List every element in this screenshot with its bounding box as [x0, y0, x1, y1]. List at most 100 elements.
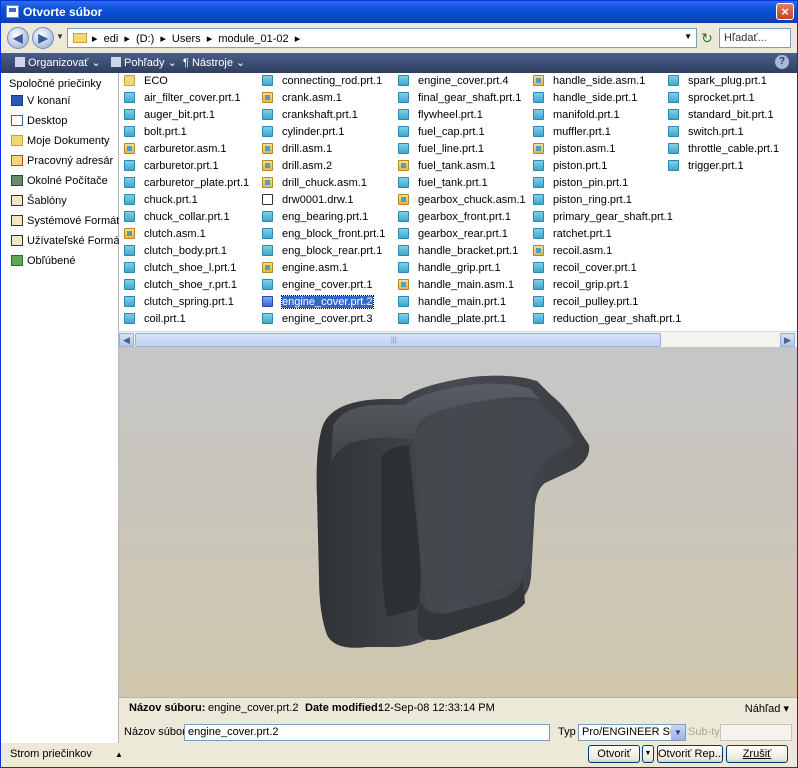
file-item[interactable]: fuel_tank.asm.1	[398, 160, 496, 175]
model-preview[interactable]	[119, 347, 797, 697]
file-item[interactable]: handle_grip.prt.1	[398, 262, 501, 277]
file-item[interactable]: clutch.asm.1	[124, 228, 206, 243]
sidebar-item-desktop[interactable]: Desktop	[11, 115, 67, 131]
file-item[interactable]: handle_main.asm.1	[398, 279, 514, 294]
file-item[interactable]: handle_bracket.prt.1	[398, 245, 518, 260]
file-item[interactable]: engine_cover.prt.2	[262, 295, 374, 311]
search-input[interactable]: Hľadať...	[719, 28, 791, 48]
file-item[interactable]: piston_pin.prt.1	[533, 177, 628, 192]
file-item[interactable]: flywheel.prt.1	[398, 109, 483, 124]
file-item[interactable]: piston.asm.1	[533, 143, 615, 158]
file-item[interactable]: chuck_collar.prt.1	[124, 211, 230, 226]
sidebar-item-user-formats[interactable]: Užívateľské Formáty	[11, 235, 128, 251]
file-item[interactable]: switch.prt.1	[668, 126, 744, 141]
sidebar-item-network[interactable]: Okolné Počítače	[11, 175, 108, 191]
file-item[interactable]: spark_plug.prt.1	[668, 75, 767, 90]
file-item[interactable]: primary_gear_shaft.prt.1	[533, 211, 673, 226]
tools-menu[interactable]: ¶ Nástroje ⌄	[183, 56, 245, 69]
file-item[interactable]: recoil_grip.prt.1	[533, 279, 629, 294]
file-item[interactable]: piston.prt.1	[533, 160, 607, 175]
file-item[interactable]: trigger.prt.1	[668, 160, 744, 175]
sidebar-item-working-directory[interactable]: Pracovný adresár	[11, 155, 113, 171]
open-rep-button[interactable]: Otvoriť Rep...	[657, 745, 724, 763]
file-item[interactable]: final_gear_shaft.prt.1	[398, 92, 521, 107]
sidebar-item-templates[interactable]: Šablóny	[11, 195, 67, 211]
file-item[interactable]: fuel_cap.prt.1	[398, 126, 485, 141]
file-item[interactable]: ECO	[124, 75, 168, 90]
file-item[interactable]: engine_cover.prt.1	[262, 279, 373, 294]
file-item[interactable]: gearbox_rear.prt.1	[398, 228, 508, 243]
views-menu[interactable]: Pohľady ⌄	[111, 56, 177, 69]
file-item[interactable]: fuel_tank.prt.1	[398, 177, 488, 192]
title-bar[interactable]: Otvorte súbor ×	[1, 1, 797, 23]
type-select[interactable]: Pro/ENGINEER Súbor ▼	[578, 724, 686, 741]
organize-menu[interactable]: Organizovať ⌄	[15, 56, 101, 69]
address-dropdown-icon[interactable]: ▼	[684, 32, 692, 41]
file-item[interactable]: recoil.asm.1	[533, 245, 612, 260]
file-item[interactable]: gearbox_chuck.asm.1	[398, 194, 526, 209]
file-item[interactable]: recoil_pulley.prt.1	[533, 296, 638, 311]
file-item[interactable]: drill_chuck.asm.1	[262, 177, 367, 192]
file-item[interactable]: handle_side.asm.1	[533, 75, 645, 90]
file-item[interactable]: coil.prt.1	[124, 313, 186, 328]
file-item[interactable]: auger_bit.prt.1	[124, 109, 215, 124]
file-item[interactable]: eng_block_front.prt.1	[262, 228, 385, 243]
file-item[interactable]: chuck.prt.1	[124, 194, 198, 209]
file-item[interactable]: ratchet.prt.1	[533, 228, 612, 243]
file-item[interactable]: sprocket.prt.1	[668, 92, 755, 107]
file-item[interactable]: piston_ring.prt.1	[533, 194, 632, 209]
preview-toggle[interactable]: Náhľad ▾	[745, 702, 789, 715]
scrollbar-thumb[interactable]: |||	[135, 333, 661, 347]
folder-tree-toggle[interactable]: Strom priečinkov ▲	[10, 748, 123, 760]
file-item[interactable]: connecting_rod.prt.1	[262, 75, 382, 90]
file-item[interactable]: muffler.prt.1	[533, 126, 611, 141]
history-dropdown-icon[interactable]: ▼	[56, 32, 64, 41]
file-item[interactable]: crankshaft.prt.1	[262, 109, 358, 124]
file-item[interactable]: clutch_shoe_l.prt.1	[124, 262, 236, 277]
breadcrumb-item[interactable]: (D:)	[136, 33, 154, 45]
open-options-dropdown[interactable]: ▼	[642, 745, 654, 763]
breadcrumb-item[interactable]: module_01-02	[218, 33, 288, 45]
open-button[interactable]: Otvoriť	[588, 745, 640, 763]
sidebar-item-in-session[interactable]: V konaní	[11, 95, 70, 111]
breadcrumb-item[interactable]: Users	[172, 33, 201, 45]
file-item[interactable]: drw0001.drw.1	[262, 194, 354, 209]
breadcrumb-item[interactable]: edi	[104, 33, 119, 45]
file-item[interactable]: carburetor.asm.1	[124, 143, 227, 158]
file-item[interactable]: manifold.prt.1	[533, 109, 620, 124]
help-icon[interactable]: ?	[775, 55, 789, 69]
file-item[interactable]: gearbox_front.prt.1	[398, 211, 511, 226]
file-item[interactable]: engine_cover.prt.4	[398, 75, 509, 90]
file-item[interactable]: air_filter_cover.prt.1	[124, 92, 241, 107]
file-item[interactable]: engine_cover.prt.3	[262, 313, 373, 328]
file-item[interactable]: carburetor.prt.1	[124, 160, 219, 175]
file-item[interactable]: standard_bit.prt.1	[668, 109, 774, 124]
sidebar-item-system-formats[interactable]: Systémové Formáty	[11, 215, 125, 231]
sidebar-item-favorites[interactable]: Obľúbené	[11, 255, 75, 271]
file-item[interactable]: carburetor_plate.prt.1	[124, 177, 249, 192]
file-item[interactable]: engine.asm.1	[262, 262, 348, 277]
scroll-right-icon[interactable]: ▶	[780, 333, 795, 347]
file-item[interactable]: handle_main.prt.1	[398, 296, 506, 311]
scroll-left-icon[interactable]: ◀	[119, 333, 134, 347]
file-item[interactable]: handle_plate.prt.1	[398, 313, 506, 328]
file-item[interactable]: clutch_spring.prt.1	[124, 296, 234, 311]
file-item[interactable]: drill.asm.1	[262, 143, 332, 158]
chevron-down-icon[interactable]: ▼	[671, 725, 685, 740]
address-path[interactable]: ▸ edi ▸ (D:) ▸ Users ▸ module_01-02 ▸ ▼	[67, 28, 697, 48]
file-item[interactable]: drill.asm.2	[262, 160, 332, 175]
file-item[interactable]: recoil_cover.prt.1	[533, 262, 637, 277]
file-item[interactable]: eng_block_rear.prt.1	[262, 245, 382, 260]
file-item[interactable]: eng_bearing.prt.1	[262, 211, 368, 226]
file-item[interactable]: handle_side.prt.1	[533, 92, 637, 107]
refresh-icon[interactable]: ↻	[698, 28, 716, 48]
back-button[interactable]: ◀	[7, 27, 29, 49]
file-item[interactable]: cylinder.prt.1	[262, 126, 344, 141]
close-button[interactable]: ×	[776, 3, 794, 20]
cancel-button[interactable]: Zrušiť	[726, 745, 788, 763]
horizontal-scrollbar[interactable]: ◀ ||| ▶	[119, 331, 797, 348]
file-item[interactable]: clutch_shoe_r.prt.1	[124, 279, 237, 294]
file-item[interactable]: throttle_cable.prt.1	[668, 143, 779, 158]
file-item[interactable]: crank.asm.1	[262, 92, 342, 107]
sidebar-item-my-documents[interactable]: Moje Dokumenty	[11, 135, 110, 151]
